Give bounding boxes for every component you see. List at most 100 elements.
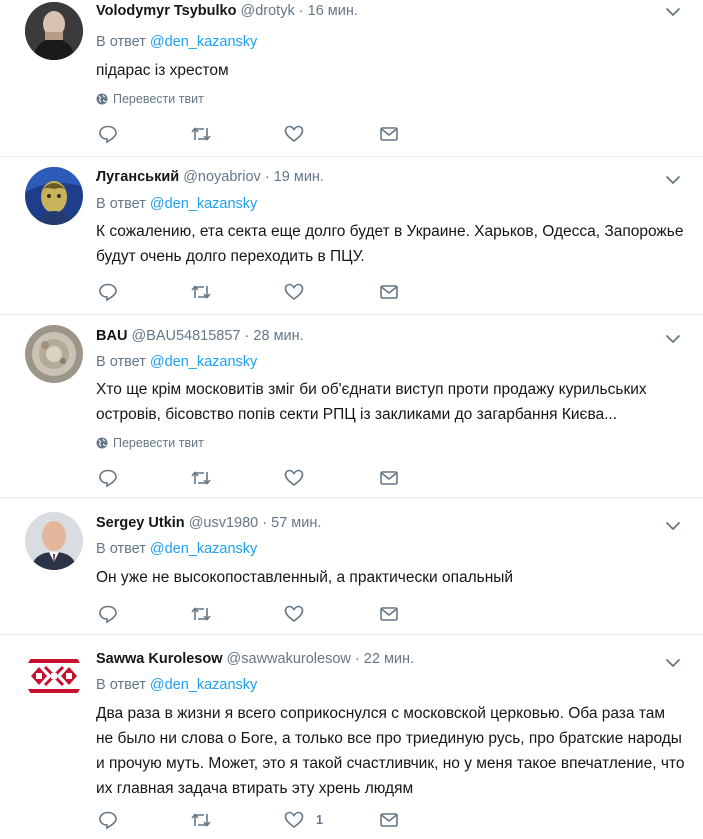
separator-dot: · xyxy=(264,169,270,185)
tweet-text: Два раза в жизни я всего соприкоснулся с… xyxy=(96,705,685,797)
tweet-time[interactable]: 22 мин. xyxy=(364,651,414,667)
tweet[interactable]: Sawwa Kurolesow @sawwakurolesow · 22 мин… xyxy=(0,635,703,839)
avatar-photo-icon xyxy=(25,167,83,225)
like-count: 1 xyxy=(316,813,323,827)
reply-button[interactable] xyxy=(98,809,118,831)
envelope-icon xyxy=(380,127,398,141)
reply-mention-link[interactable]: @den_kazansky xyxy=(150,354,257,370)
avatar-photo-icon xyxy=(25,2,83,60)
heart-icon xyxy=(284,125,304,143)
author-name[interactable]: Volodymyr Tsybulko xyxy=(96,3,236,19)
reply-icon xyxy=(99,605,117,624)
tweet[interactable]: BAU @BAU54815857 · 28 мин. В ответ @den_… xyxy=(0,315,703,498)
envelope-icon xyxy=(380,607,398,621)
tweet[interactable]: Sergey Utkin @usv1980 · 57 мин. В ответ … xyxy=(0,498,703,635)
avatar[interactable] xyxy=(25,325,83,383)
tweet-text: Хто ще крім московитів зміг би об'єднати… xyxy=(96,381,647,423)
tweet-time[interactable]: 28 мин. xyxy=(253,328,303,344)
separator-dot: · xyxy=(354,651,360,667)
like-button[interactable] xyxy=(284,467,316,489)
retweet-icon xyxy=(191,471,211,485)
retweet-button[interactable] xyxy=(190,123,212,145)
reply-prefix: В ответ xyxy=(96,196,146,212)
separator-dot: · xyxy=(262,515,268,531)
avatar[interactable] xyxy=(25,167,83,225)
reply-prefix: В ответ xyxy=(96,354,146,370)
heart-icon xyxy=(284,811,304,829)
reply-mention-link[interactable]: @den_kazansky xyxy=(150,196,257,212)
like-button[interactable]: 1 xyxy=(284,809,323,831)
reply-prefix: В ответ xyxy=(96,34,146,50)
envelope-icon xyxy=(380,813,398,827)
translate-link[interactable]: Перевести твит xyxy=(96,91,204,107)
avatar[interactable] xyxy=(25,2,83,60)
retweet-icon xyxy=(191,127,211,141)
author-handle[interactable]: @BAU54815857 xyxy=(131,328,240,344)
author-handle[interactable]: @drotyk xyxy=(241,3,295,19)
avatar-photo-icon xyxy=(25,512,83,570)
heart-icon xyxy=(284,605,304,623)
reply-icon xyxy=(99,283,117,302)
retweet-button[interactable] xyxy=(190,603,212,625)
reply-mention-link[interactable]: @den_kazansky xyxy=(150,677,257,693)
chevron-down-icon[interactable] xyxy=(665,655,681,668)
tweet-time[interactable]: 16 мин. xyxy=(308,3,358,19)
chevron-down-icon[interactable] xyxy=(665,172,681,185)
like-button[interactable] xyxy=(284,281,316,303)
tweet-text: підарас із хрестом xyxy=(96,62,229,79)
retweet-button[interactable] xyxy=(190,281,212,303)
reply-button[interactable] xyxy=(98,281,118,303)
tweet[interactable]: Volodymyr Tsybulko @drotyk · 16 мин. В о… xyxy=(0,0,703,157)
reply-prefix: В ответ xyxy=(96,677,146,693)
retweet-icon xyxy=(191,607,211,621)
reply-mention-link[interactable]: @den_kazansky xyxy=(150,541,257,557)
like-button[interactable] xyxy=(284,603,316,625)
tweet-text: Он уже не высокопоставленный, а практиче… xyxy=(96,569,514,586)
chevron-down-icon[interactable] xyxy=(665,518,681,531)
author-name[interactable]: Sawwa Kurolesow xyxy=(96,651,223,667)
heart-icon xyxy=(284,469,304,487)
globe-icon xyxy=(96,437,108,449)
separator-dot: · xyxy=(298,3,304,19)
avatar-pattern-icon xyxy=(25,647,83,705)
translate-label[interactable]: Перевести твит xyxy=(113,91,204,107)
separator-dot: · xyxy=(244,328,250,344)
avatar[interactable] xyxy=(25,647,83,705)
author-name[interactable]: Луганський xyxy=(96,169,179,185)
like-button[interactable] xyxy=(284,123,316,145)
direct-message-button[interactable] xyxy=(379,809,399,831)
author-handle[interactable]: @usv1980 xyxy=(189,515,259,531)
direct-message-button[interactable] xyxy=(379,123,399,145)
reply-prefix: В ответ xyxy=(96,541,146,557)
globe-icon xyxy=(96,93,108,105)
retweet-icon xyxy=(191,813,211,827)
translate-link[interactable]: Перевести твит xyxy=(96,435,204,451)
direct-message-button[interactable] xyxy=(379,281,399,303)
avatar-photo-icon xyxy=(25,325,83,383)
retweet-button[interactable] xyxy=(190,467,212,489)
author-handle[interactable]: @sawwakurolesow xyxy=(227,651,351,667)
translate-label[interactable]: Перевести твит xyxy=(113,435,204,451)
retweet-button[interactable] xyxy=(190,809,212,831)
reply-button[interactable] xyxy=(98,603,118,625)
avatar[interactable] xyxy=(25,512,83,570)
author-handle[interactable]: @noyabriov xyxy=(183,169,261,185)
tweet[interactable]: Луганський @noyabriov · 19 мин. В ответ … xyxy=(0,157,703,315)
author-name[interactable]: Sergey Utkin xyxy=(96,515,185,531)
chevron-down-icon[interactable] xyxy=(665,4,681,17)
heart-icon xyxy=(284,283,304,301)
reply-mention-link[interactable]: @den_kazansky xyxy=(150,34,257,50)
tweet-text: К сожалению, ета секта еще долго будет в… xyxy=(96,223,684,265)
retweet-icon xyxy=(191,285,211,299)
reply-button[interactable] xyxy=(98,467,118,489)
reply-icon xyxy=(99,811,117,830)
tweet-time[interactable]: 19 мин. xyxy=(274,169,324,185)
envelope-icon xyxy=(380,471,398,485)
reply-button[interactable] xyxy=(98,123,118,145)
chevron-down-icon[interactable] xyxy=(665,331,681,344)
direct-message-button[interactable] xyxy=(379,467,399,489)
tweet-time[interactable]: 57 мин. xyxy=(271,515,321,531)
author-name[interactable]: BAU xyxy=(96,328,127,344)
envelope-icon xyxy=(380,285,398,299)
direct-message-button[interactable] xyxy=(379,603,399,625)
